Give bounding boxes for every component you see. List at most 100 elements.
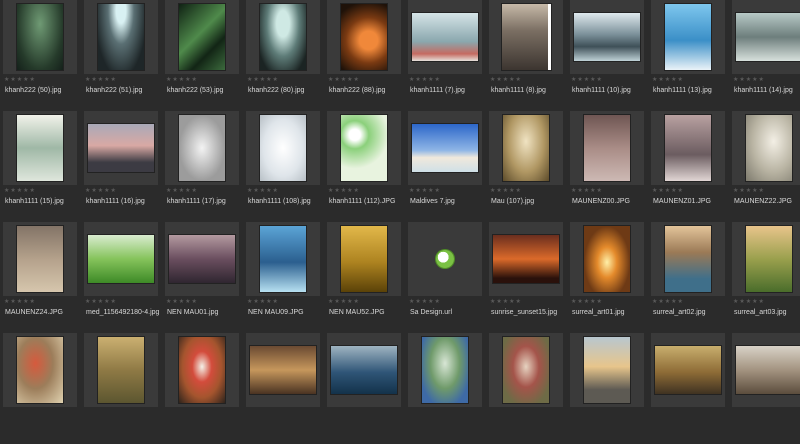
thumbnail-preview[interactable] xyxy=(246,222,320,296)
thumbnail-preview[interactable] xyxy=(84,333,158,407)
thumbnail-preview[interactable] xyxy=(651,333,725,407)
thumbnail-preview[interactable] xyxy=(489,111,563,185)
file-thumbnail-item[interactable]: ★★★★★ khanh222 (53).jpg xyxy=(165,0,239,111)
rating-stars[interactable]: ★★★★★ xyxy=(571,298,603,306)
thumbnail-preview[interactable] xyxy=(570,111,644,185)
rating-stars[interactable]: ★★★★★ xyxy=(409,76,441,84)
rating-stars[interactable]: ★★★★★ xyxy=(652,76,684,84)
rating-stars[interactable]: ★★★★★ xyxy=(571,187,603,195)
file-thumbnail-item[interactable]: ★★★★★ sunrise_sunset15.jpg xyxy=(489,222,563,333)
thumbnail-preview[interactable] xyxy=(327,333,401,407)
file-thumbnail-item[interactable] xyxy=(408,333,482,444)
file-thumbnail-item[interactable]: ★★★★★ khanh1111 (10).jpg xyxy=(570,0,644,111)
rating-stars[interactable]: ★★★★★ xyxy=(166,298,198,306)
rating-stars[interactable]: ★★★★★ xyxy=(85,187,117,195)
rating-stars[interactable]: ★★★★★ xyxy=(733,76,765,84)
thumbnail-preview[interactable] xyxy=(732,0,800,74)
file-thumbnail-item[interactable] xyxy=(3,333,77,444)
rating-stars[interactable]: ★★★★★ xyxy=(490,298,522,306)
thumbnail-preview[interactable] xyxy=(3,333,77,407)
thumbnail-preview[interactable] xyxy=(3,0,77,74)
file-thumbnail-item[interactable]: ★★★★★ khanh1111 (112).JPG xyxy=(327,111,401,222)
thumbnail-preview[interactable] xyxy=(84,0,158,74)
thumbnail-preview[interactable] xyxy=(489,333,563,407)
file-thumbnail-item[interactable] xyxy=(489,333,563,444)
file-thumbnail-item[interactable]: ★★★★★ khanh1111 (7).jpg xyxy=(408,0,482,111)
file-thumbnail-item[interactable]: ★★★★★ NEN MAU52.JPG xyxy=(327,222,401,333)
rating-stars[interactable]: ★★★★★ xyxy=(652,187,684,195)
rating-stars[interactable]: ★★★★★ xyxy=(4,76,36,84)
rating-stars[interactable]: ★★★★★ xyxy=(409,298,441,306)
file-thumbnail-item[interactable]: ★★★★★ NEN MAU09.JPG xyxy=(246,222,320,333)
thumbnail-preview[interactable] xyxy=(408,222,482,296)
file-thumbnail-item[interactable]: ★★★★★ surreal_art03.jpg xyxy=(732,222,800,333)
file-thumbnail-item[interactable]: ★★★★★ khanh1111 (13).jpg xyxy=(651,0,725,111)
rating-stars[interactable]: ★★★★★ xyxy=(4,298,36,306)
file-thumbnail-item[interactable]: ★★★★★ MAUNENZ00.JPG xyxy=(570,111,644,222)
rating-stars[interactable]: ★★★★★ xyxy=(166,76,198,84)
file-thumbnail-item[interactable]: ★★★★★ khanh222 (50).jpg xyxy=(3,0,77,111)
rating-stars[interactable]: ★★★★★ xyxy=(490,187,522,195)
rating-stars[interactable]: ★★★★★ xyxy=(247,187,279,195)
thumbnail-preview[interactable] xyxy=(732,222,800,296)
thumbnail-preview[interactable] xyxy=(489,0,563,74)
file-thumbnail-item[interactable]: ★★★★★ NEN MAU01.jpg xyxy=(165,222,239,333)
file-thumbnail-item[interactable]: ★★★★★ MAUNENZ24.JPG xyxy=(3,222,77,333)
file-thumbnail-item[interactable]: ★★★★★ surreal_art01.jpg xyxy=(570,222,644,333)
thumbnail-preview[interactable] xyxy=(570,0,644,74)
thumbnail-preview[interactable] xyxy=(408,111,482,185)
rating-stars[interactable]: ★★★★★ xyxy=(571,76,603,84)
thumbnail-preview[interactable] xyxy=(165,222,239,296)
thumbnail-preview[interactable] xyxy=(84,222,158,296)
file-thumbnail-item[interactable]: ★★★★★ khanh1111 (16).jpg xyxy=(84,111,158,222)
file-thumbnail-item[interactable]: ★★★★★ khanh222 (88).jpg xyxy=(327,0,401,111)
file-thumbnail-item[interactable]: ★★★★★ Maldives 7.jpg xyxy=(408,111,482,222)
thumbnail-preview[interactable] xyxy=(246,0,320,74)
rating-stars[interactable]: ★★★★★ xyxy=(328,76,360,84)
thumbnail-preview[interactable] xyxy=(651,111,725,185)
file-thumbnail-item[interactable] xyxy=(327,333,401,444)
file-thumbnail-item[interactable]: ★★★★★ Sa Design.url xyxy=(408,222,482,333)
file-thumbnail-item[interactable]: ★★★★★ khanh1111 (8).jpg xyxy=(489,0,563,111)
thumbnail-preview[interactable] xyxy=(327,0,401,74)
thumbnail-preview[interactable] xyxy=(732,333,800,407)
file-thumbnail-item[interactable]: ★★★★★ med_1156492180-4.jpg xyxy=(84,222,159,333)
rating-stars[interactable]: ★★★★★ xyxy=(4,187,36,195)
file-thumbnail-item[interactable]: ★★★★★ khanh222 (80).jpg xyxy=(246,0,320,111)
thumbnail-preview[interactable] xyxy=(327,222,401,296)
file-thumbnail-item[interactable] xyxy=(570,333,644,444)
file-thumbnail-item[interactable]: ★★★★★ khanh222 (51).jpg xyxy=(84,0,158,111)
rating-stars[interactable]: ★★★★★ xyxy=(247,298,279,306)
thumbnail-preview[interactable] xyxy=(165,333,239,407)
rating-stars[interactable]: ★★★★★ xyxy=(85,76,117,84)
thumbnail-preview[interactable] xyxy=(489,222,563,296)
rating-stars[interactable]: ★★★★★ xyxy=(166,187,198,195)
file-thumbnail-item[interactable] xyxy=(84,333,158,444)
thumbnail-preview[interactable] xyxy=(165,111,239,185)
file-thumbnail-item[interactable]: ★★★★★ MAUNENZ01.JPG xyxy=(651,111,725,222)
file-thumbnail-item[interactable] xyxy=(651,333,725,444)
thumbnail-preview[interactable] xyxy=(408,0,482,74)
file-thumbnail-item[interactable]: ★★★★★ khanh1111 (14).jpg xyxy=(732,0,800,111)
file-thumbnail-item[interactable]: ★★★★★ Mau (107).jpg xyxy=(489,111,563,222)
thumbnail-preview[interactable] xyxy=(327,111,401,185)
file-thumbnail-item[interactable] xyxy=(732,333,800,444)
rating-stars[interactable]: ★★★★★ xyxy=(85,298,117,306)
rating-stars[interactable]: ★★★★★ xyxy=(733,187,765,195)
thumbnail-preview[interactable] xyxy=(651,0,725,74)
file-thumbnail-item[interactable] xyxy=(246,333,320,444)
rating-stars[interactable]: ★★★★★ xyxy=(409,187,441,195)
thumbnail-preview[interactable] xyxy=(732,111,800,185)
thumbnail-preview[interactable] xyxy=(651,222,725,296)
thumbnail-preview[interactable] xyxy=(165,0,239,74)
rating-stars[interactable]: ★★★★★ xyxy=(652,298,684,306)
rating-stars[interactable]: ★★★★★ xyxy=(328,187,360,195)
thumbnail-preview[interactable] xyxy=(3,222,77,296)
rating-stars[interactable]: ★★★★★ xyxy=(247,76,279,84)
rating-stars[interactable]: ★★★★★ xyxy=(490,76,522,84)
file-thumbnail-item[interactable] xyxy=(165,333,239,444)
file-thumbnail-item[interactable]: ★★★★★ khanh1111 (17).jpg xyxy=(165,111,239,222)
thumbnail-preview[interactable] xyxy=(84,111,158,185)
thumbnail-preview[interactable] xyxy=(570,222,644,296)
thumbnail-preview[interactable] xyxy=(3,111,77,185)
